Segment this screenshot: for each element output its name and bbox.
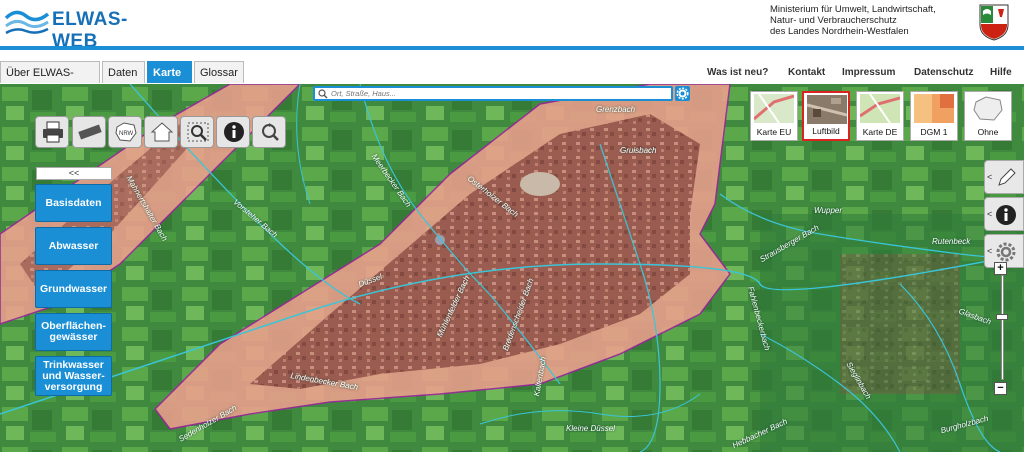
wave-logo-icon <box>4 10 50 35</box>
zoom-slider-track[interactable] <box>1001 275 1004 380</box>
luftbild-thumbnail <box>807 95 847 124</box>
basemap-dgm1[interactable]: DGM 1 <box>910 91 958 141</box>
link-datenschutz[interactable]: Datenschutz <box>914 67 973 78</box>
map-label: Rutenbeck <box>932 237 971 246</box>
dgm1-thumbnail <box>914 94 954 123</box>
map-label: Grenzbach <box>596 105 636 114</box>
draw-panel-toggle[interactable]: < <box>984 160 1024 194</box>
ohne-thumbnail <box>968 94 1008 123</box>
nrw-crest-icon <box>979 4 1009 41</box>
svg-text:NRW: NRW <box>119 131 134 137</box>
info-icon <box>996 205 1016 225</box>
tab-karte[interactable]: Karte <box>147 61 192 83</box>
basemap-label: Luftbild <box>812 126 840 136</box>
basemap-ohne[interactable]: Ohne <box>964 91 1012 141</box>
location-search-input[interactable] <box>331 88 661 99</box>
search-settings-button[interactable] <box>675 86 690 101</box>
basemap-karte-eu[interactable]: Karte EU <box>750 91 798 141</box>
main-navigation: Über ELWAS-WEB Daten Karte Glossar Was i… <box>0 50 1024 101</box>
measure-ruler-icon <box>78 124 102 140</box>
link-kontakt[interactable]: Kontakt <box>788 67 825 78</box>
menu-grundwasser[interactable]: Grundwasser <box>35 270 112 308</box>
zoom-slider-handle[interactable] <box>996 314 1008 320</box>
basemap-label: Ohne <box>977 127 999 137</box>
basemap-karte-de[interactable]: Karte DE <box>856 91 904 141</box>
info-icon <box>224 122 244 142</box>
print-button[interactable] <box>35 116 69 148</box>
link-was-ist-neu[interactable]: Was ist neu? <box>707 67 768 78</box>
location-search-box <box>313 86 673 101</box>
karte-eu-thumbnail <box>754 94 794 123</box>
elwas-logo[interactable]: ELWAS-WEB <box>4 4 164 52</box>
print-icon <box>43 121 63 143</box>
basemap-luftbild[interactable]: Luftbild <box>802 91 850 141</box>
home-icon <box>150 122 174 142</box>
menu-oberflaechengewaesser[interactable]: Oberflächen- gewässer <box>35 313 112 351</box>
map-label: Wupper <box>814 206 843 215</box>
tab-ueber-elwas[interactable]: Über ELWAS-WEB <box>0 61 100 101</box>
ministry-name: Ministerium für Umwelt, Landwirtschaft, … <box>770 4 936 37</box>
zoom-out-button[interactable]: − <box>994 382 1007 395</box>
ministry-line: des Landes Nordrhein-Westfalen <box>770 26 909 37</box>
info-panel-toggle[interactable]: < <box>984 197 1024 231</box>
panel-arrow: < <box>987 172 993 182</box>
basemap-label: DGM 1 <box>920 127 948 137</box>
nrw-overview-button[interactable]: NRW <box>108 116 142 148</box>
header: ELWAS-WEB Ministerium für Umwelt, Landwi… <box>0 0 1024 52</box>
panel-arrow: < <box>987 209 993 219</box>
info-button[interactable] <box>216 116 250 148</box>
nrw-overview-icon: NRW <box>115 122 137 142</box>
ministry-line: Natur- und Verbraucherschutz <box>770 15 897 26</box>
measure-button[interactable] <box>72 116 106 148</box>
zoom-extent-button[interactable] <box>180 116 214 148</box>
link-impressum[interactable]: Impressum <box>842 67 895 78</box>
tab-glossar[interactable]: Glossar <box>194 61 244 83</box>
home-button[interactable] <box>144 116 178 148</box>
collapse-menu-button[interactable]: << <box>36 167 112 180</box>
gear-icon <box>996 242 1016 262</box>
pencil-icon <box>998 168 1016 186</box>
tab-daten[interactable]: Daten <box>102 61 145 83</box>
map-label: Gruisbach <box>620 146 657 155</box>
zoom-in-button[interactable]: + <box>994 262 1007 275</box>
basemap-label: Karte EU <box>756 127 792 137</box>
karte-de-thumbnail <box>860 94 900 123</box>
gear-icon <box>676 87 689 100</box>
search-icon[interactable] <box>318 89 328 99</box>
ministry-line: Ministerium für Umwelt, Landwirtschaft, <box>770 4 936 15</box>
refresh-zoom-icon <box>262 123 279 141</box>
zoom-extent-icon <box>187 122 209 142</box>
menu-trinkwasser[interactable]: Trinkwasser und Wasser- versorgung <box>35 356 112 396</box>
menu-abwasser[interactable]: Abwasser <box>35 227 112 265</box>
menu-basisdaten[interactable]: Basisdaten <box>35 184 112 222</box>
panel-arrow: < <box>987 246 993 256</box>
basemap-label: Karte DE <box>862 127 898 137</box>
refresh-zoom-button[interactable] <box>252 116 286 148</box>
link-hilfe[interactable]: Hilfe <box>990 67 1012 78</box>
map-label: Kleine Düssel <box>566 424 615 433</box>
